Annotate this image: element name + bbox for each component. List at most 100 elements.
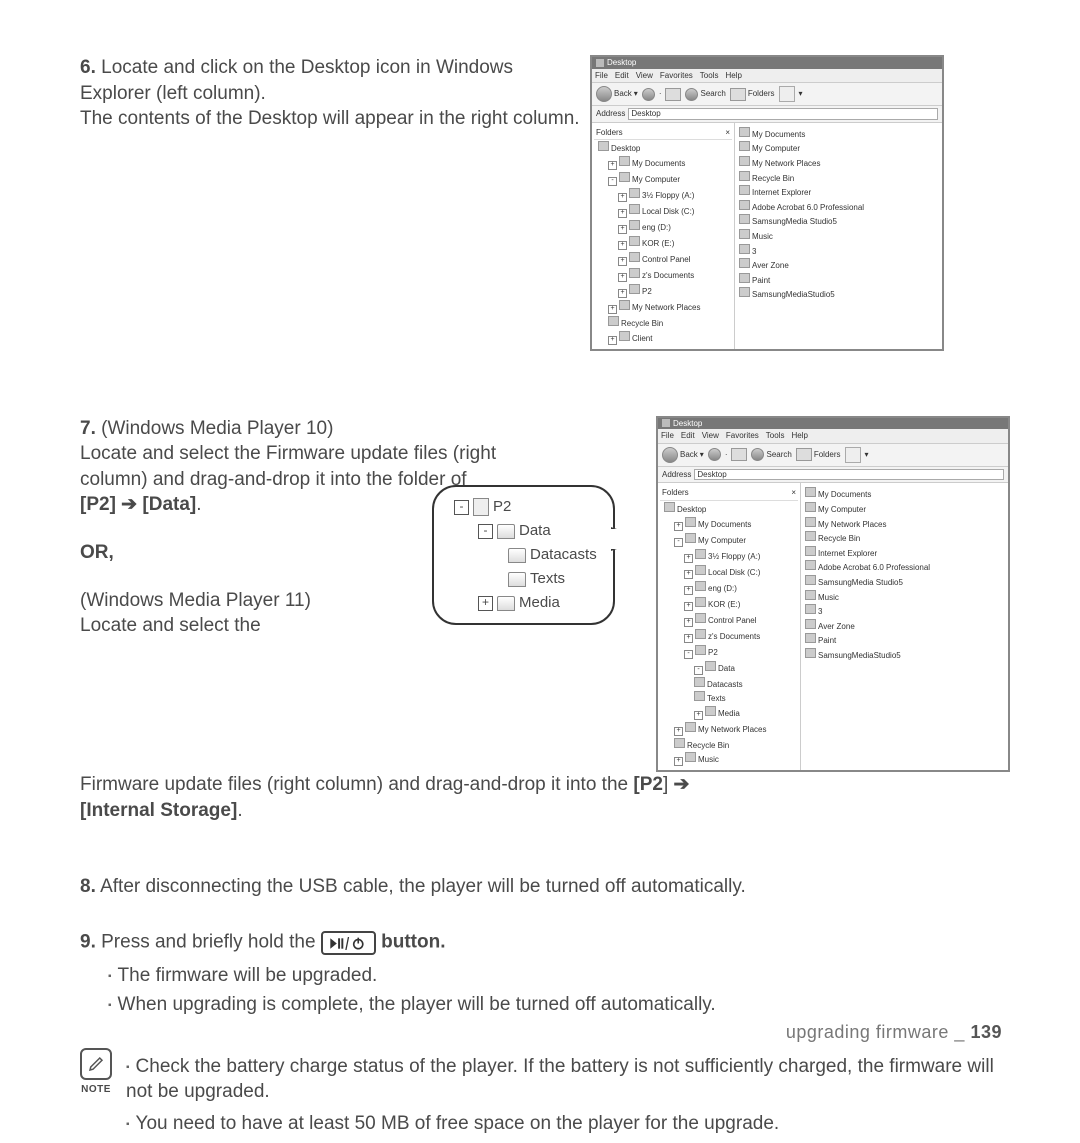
tree-item: +Media <box>664 705 798 721</box>
list-item: My Computer <box>739 140 938 155</box>
list-item: Internet Explorer <box>739 184 938 199</box>
footer-text: upgrading firmware _ <box>786 1022 971 1042</box>
views-button[interactable] <box>779 86 795 102</box>
toolbar: Back ▾ · Search Folders ▾ <box>658 444 1008 467</box>
note-icon-col: NOTE <box>80 1048 112 1143</box>
list-item: 3 <box>739 243 938 258</box>
data-label: [Data] <box>142 494 196 515</box>
menu-help[interactable]: Help <box>791 431 807 441</box>
list-item: Adobe Acrobat 6.0 Professional <box>739 199 938 214</box>
menu-tools[interactable]: Tools <box>766 431 785 441</box>
addressbar: Address Desktop <box>592 106 942 123</box>
tree-item: Desktop <box>664 501 798 516</box>
tree-item: +My Network Places <box>598 299 732 315</box>
tree-item: Datacasts <box>664 676 798 691</box>
folders-button[interactable]: Folders <box>730 88 775 101</box>
tree-item: Recycle Bin <box>664 737 798 752</box>
file-list[interactable]: My Documents My Computer My Network Plac… <box>801 483 1008 770</box>
list-item: Music <box>739 228 938 243</box>
footer: upgrading firmware _ 139 <box>786 1020 1002 1044</box>
menu-help[interactable]: Help <box>725 71 741 81</box>
close-tree-icon[interactable]: × <box>725 128 730 138</box>
step-7-body1: Locate and select the Firmware update fi… <box>80 443 496 490</box>
step-6-line2: The contents of the Desktop will appear … <box>80 108 580 129</box>
tree-item: +Local Disk (C:) <box>598 203 732 219</box>
views-button[interactable] <box>845 447 861 463</box>
list-item: 3 <box>805 603 1004 618</box>
menu-file[interactable]: File <box>661 431 674 441</box>
note-pencil-icon <box>80 1048 112 1080</box>
list-item: My Documents <box>805 486 1004 501</box>
list-item: My Documents <box>739 126 938 141</box>
note-label: NOTE <box>81 1083 111 1097</box>
bubble-data: -Data <box>454 519 597 543</box>
tree-item: -P2 <box>664 644 798 660</box>
window-title: Desktop <box>607 58 636 68</box>
folder-tree[interactable]: Folders × Desktop +My Documents -My Compu… <box>658 483 801 770</box>
up-button[interactable] <box>731 448 747 461</box>
list-item: My Network Places <box>805 516 1004 531</box>
list-item: SamsungMedia Studio5 <box>739 213 938 228</box>
list-item: Music <box>805 589 1004 604</box>
tree-item: +Control Panel <box>598 251 732 267</box>
bullet: When upgrading is complete, the player w… <box>108 992 1010 1018</box>
step-7-wmp10: (Windows Media Player 10) <box>96 418 334 439</box>
window-title: Desktop <box>673 419 702 429</box>
toolbar: Back ▾ · Search Folders ▾ <box>592 83 942 106</box>
note-bullet: Check the battery charge status of the p… <box>126 1054 1010 1105</box>
tree-item: -My Computer <box>664 532 798 548</box>
folder-tree[interactable]: Folders× Desktop +My Documents -My Compu… <box>592 123 735 349</box>
tree-header: Folders <box>596 128 623 138</box>
window-icon <box>596 59 604 67</box>
bubble-p2: -P2 <box>454 495 597 519</box>
close-tree-icon[interactable]: × <box>791 488 796 498</box>
tree-item: +eng (D:) <box>664 580 798 596</box>
address-field[interactable]: Desktop <box>694 469 1004 481</box>
list-item: Recycle Bin <box>739 170 938 185</box>
menu-view[interactable]: View <box>702 431 719 441</box>
search-button[interactable]: Search <box>751 448 791 461</box>
tree-header: Folders <box>662 488 689 498</box>
list-item: My Network Places <box>739 155 938 170</box>
menu-view[interactable]: View <box>636 71 653 81</box>
address-label: Address <box>596 109 625 119</box>
step-9-bullets: The firmware will be upgraded. When upgr… <box>108 963 1010 1017</box>
menu-edit[interactable]: Edit <box>681 431 695 441</box>
back-button[interactable]: Back ▾ <box>596 86 638 102</box>
list-item: Internet Explorer <box>805 545 1004 560</box>
window-icon <box>662 419 670 427</box>
tree-item: +My Documents <box>664 516 798 532</box>
menu-file[interactable]: File <box>595 71 608 81</box>
forward-button[interactable] <box>642 88 655 101</box>
address-label: Address <box>662 470 691 480</box>
up-button[interactable] <box>665 88 681 101</box>
address-field[interactable]: Desktop <box>628 108 938 120</box>
tree-item: +KOR (E:) <box>598 235 732 251</box>
tree-item: +My Network Places <box>664 721 798 737</box>
menu-edit[interactable]: Edit <box>615 71 629 81</box>
tree-item: +P2 <box>598 283 732 299</box>
forward-button[interactable] <box>708 448 721 461</box>
step-9-pre: Press and briefly hold the <box>96 932 321 953</box>
search-button[interactable]: Search <box>685 88 725 101</box>
menu-favorites[interactable]: Favorites <box>726 431 759 441</box>
menubar: File Edit View Favorites Tools Help <box>592 69 942 84</box>
bullet: The firmware will be upgraded. <box>108 963 1010 989</box>
file-list[interactable]: My Documents My Computer My Network Plac… <box>735 123 942 349</box>
back-button[interactable]: Back ▾ <box>662 447 704 463</box>
tree-item: -My Computer <box>598 171 732 187</box>
list-item: SamsungMediaStudio5 <box>739 286 938 301</box>
bubble-datacasts: Datacasts <box>454 543 597 567</box>
menu-favorites[interactable]: Favorites <box>660 71 693 81</box>
note-bullets: Check the battery charge status of the p… <box>126 1048 1010 1143</box>
step-9: 9. Press and briefly hold the button. Th… <box>80 929 1010 1017</box>
step-9-post: button. <box>381 932 445 953</box>
arrow-icon: ➔ <box>668 774 689 795</box>
bubble-texts: Texts <box>454 567 597 591</box>
folders-button[interactable]: Folders <box>796 448 841 461</box>
list-item: Adobe Acrobat 6.0 Professional <box>805 559 1004 574</box>
list-item: Paint <box>739 272 938 287</box>
folder-icon <box>508 548 526 563</box>
list-item: Aver Zone <box>805 618 1004 633</box>
menu-tools[interactable]: Tools <box>700 71 719 81</box>
